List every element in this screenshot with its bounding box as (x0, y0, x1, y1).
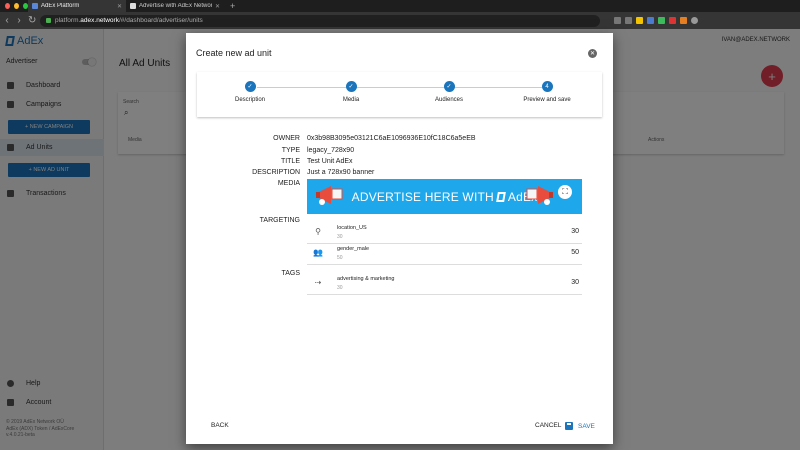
back-arrow-icon[interactable]: ‹ (4, 15, 10, 26)
people-icon: 👥 (313, 248, 323, 257)
adex-favicon-icon (32, 3, 38, 9)
minimize-window-button[interactable] (14, 3, 19, 9)
create-ad-unit-dialog: Create new ad unit ✕ ✓ Description ✓ Med… (186, 33, 613, 444)
extension-icon[interactable] (647, 17, 654, 24)
step-media[interactable]: ✓ Media (301, 81, 401, 103)
check-icon: ✓ (345, 81, 357, 92)
forward-arrow-icon[interactable]: › (16, 15, 22, 26)
check-icon: ✓ (443, 81, 455, 92)
key-icon[interactable] (625, 17, 632, 24)
url-text: platform.adex.network/#/dashboard/advert… (55, 17, 203, 24)
targeting-row: 👥 gender_male 50 50 (307, 241, 582, 265)
new-tab-button[interactable]: + (224, 1, 235, 11)
tags-label: TAGS (281, 270, 300, 277)
fullscreen-icon[interactable]: ⛶ (558, 185, 572, 199)
browser-tab-bar: AdEx Platform ✕ Advertise with AdEx Netw… (0, 0, 800, 12)
extension-icon[interactable] (669, 17, 676, 24)
browser-tab-advertise[interactable]: Advertise with AdEx Network ✕ (126, 0, 224, 12)
close-tab-icon[interactable]: ✕ (117, 3, 122, 10)
close-tab-icon[interactable]: ✕ (215, 3, 220, 10)
title-label: TITLE (280, 158, 300, 165)
owner-label: OWNER (273, 135, 300, 142)
back-button[interactable]: BACK (211, 422, 229, 429)
lock-icon (46, 18, 51, 23)
document-favicon-icon (130, 3, 136, 9)
title-value: Test Unit AdEx (307, 158, 353, 165)
save-disk-icon (565, 422, 573, 430)
step-description[interactable]: ✓ Description (200, 81, 300, 103)
save-button[interactable]: SAVE (565, 422, 595, 430)
check-icon: ✓ (244, 81, 256, 92)
description-value: Just a 728x90 banner (307, 169, 375, 176)
browser-toolbar: ‹ › ↻ platform.adex.network/#/dashboard/… (0, 12, 800, 29)
extension-icon[interactable] (680, 17, 687, 24)
profile-avatar-icon[interactable] (691, 17, 698, 24)
address-bar[interactable]: platform.adex.network/#/dashboard/advert… (40, 14, 600, 27)
type-value: legacy_728x90 (307, 147, 355, 154)
window-controls (0, 3, 28, 9)
step-audiences[interactable]: ✓ Audiences (399, 81, 499, 103)
browser-tab-adex-platform[interactable]: AdEx Platform ✕ (28, 0, 126, 12)
step-number: 4 (541, 81, 553, 92)
camera-icon[interactable] (614, 17, 621, 24)
type-label: TYPE (281, 147, 300, 154)
media-label: MEDIA (277, 180, 300, 187)
adex-logo-icon (496, 191, 506, 202)
tag-row: ⇢ advertising & marketing 30 30 (307, 271, 582, 295)
location-pin-icon: ⚲ (315, 227, 321, 236)
close-window-button[interactable] (5, 3, 10, 9)
targeting-label: TARGETING (259, 217, 300, 224)
step-preview-and-save[interactable]: 4 Preview and save (497, 81, 597, 103)
megaphone-icon (316, 186, 343, 205)
close-dialog-icon[interactable]: ✕ (588, 49, 597, 58)
cancel-button[interactable]: CANCEL (535, 422, 561, 429)
stepper: ✓ Description ✓ Media ✓ Audiences 4 Prev… (197, 72, 602, 117)
tag-icon: ⇢ (314, 278, 322, 287)
extension-icon[interactable] (636, 17, 643, 24)
extension-icon[interactable] (658, 17, 665, 24)
description-label: DESCRIPTION (252, 169, 300, 176)
reload-icon[interactable]: ↻ (28, 15, 36, 26)
owner-value: 0x3b98B3095e03121C6aE1096936E10fC18C6a5e… (307, 135, 476, 142)
extension-icons (614, 17, 698, 24)
megaphone-icon (526, 186, 553, 205)
dialog-title: Create new ad unit (196, 48, 272, 58)
banner-text: ADVERTISE HERE WITH AdEx (351, 189, 538, 204)
media-banner-preview: ADVERTISE HERE WITH AdEx ⛶ (307, 179, 582, 214)
